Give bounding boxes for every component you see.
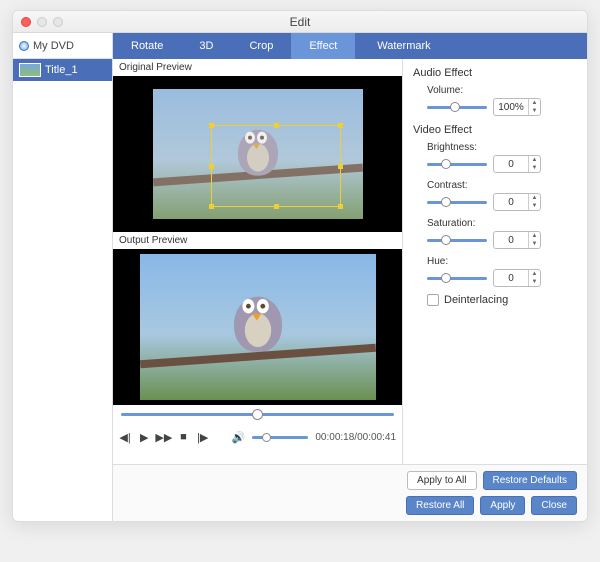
- titlebar: Edit: [13, 11, 587, 33]
- tab-rotate[interactable]: Rotate: [113, 33, 181, 59]
- content-area: Original Preview Output Preview: [113, 59, 587, 464]
- restore-all-button[interactable]: Restore All: [406, 496, 474, 515]
- crop-selection[interactable]: [211, 125, 341, 207]
- volume-effect-handle[interactable]: [450, 102, 460, 112]
- close-button[interactable]: Close: [531, 496, 577, 515]
- volume-icon[interactable]: 🔊: [232, 431, 245, 444]
- time-display: 00:00:18/00:00:41: [315, 432, 396, 443]
- volume-slider[interactable]: [252, 436, 308, 439]
- saturation-down[interactable]: ▼: [529, 240, 540, 248]
- sidebar: My DVD Title_1: [13, 33, 113, 521]
- contrast-handle[interactable]: [441, 197, 451, 207]
- volume-effect-slider[interactable]: [427, 106, 487, 109]
- stop-button[interactable]: ■: [177, 431, 189, 444]
- volume-handle[interactable]: [262, 433, 271, 442]
- brightness-down[interactable]: ▼: [529, 164, 540, 172]
- tab-effect[interactable]: Effect: [291, 33, 355, 59]
- timeline[interactable]: [113, 405, 402, 423]
- tabs-bar: Rotate 3D Crop Effect Watermark: [113, 33, 587, 59]
- brightness-label: Brightness:: [413, 142, 577, 153]
- brightness-up[interactable]: ▲: [529, 156, 540, 164]
- previews-column: Original Preview Output Preview: [113, 59, 403, 464]
- window-title: Edit: [13, 15, 587, 29]
- tab-3d[interactable]: 3D: [181, 33, 231, 59]
- contrast-stepper[interactable]: 0▲▼: [493, 193, 541, 211]
- output-preview-label: Output Preview: [113, 232, 402, 249]
- audio-effect-title: Audio Effect: [413, 67, 577, 79]
- contrast-label: Contrast:: [413, 180, 577, 191]
- timeline-handle[interactable]: [252, 409, 263, 420]
- apply-button[interactable]: Apply: [480, 496, 525, 515]
- player-controls: ◀| ▶ ▶▶ ■ |▶ 🔊 00:00:18/00:00:41: [113, 423, 402, 451]
- apply-to-all-button[interactable]: Apply to All: [407, 471, 476, 490]
- window-body: My DVD Title_1 Rotate 3D Crop Effect Wat…: [13, 33, 587, 521]
- brightness-stepper[interactable]: 0▲▼: [493, 155, 541, 173]
- tab-crop[interactable]: Crop: [231, 33, 291, 59]
- video-effect-title: Video Effect: [413, 124, 577, 136]
- sidebar-source-row[interactable]: My DVD: [13, 33, 112, 59]
- tab-watermark[interactable]: Watermark: [355, 33, 587, 59]
- restore-defaults-button[interactable]: Restore Defaults: [483, 471, 577, 490]
- brightness-handle[interactable]: [441, 159, 451, 169]
- main-area: Rotate 3D Crop Effect Watermark Original…: [113, 33, 587, 521]
- saturation-label: Saturation:: [413, 218, 577, 229]
- saturation-stepper[interactable]: 0▲▼: [493, 231, 541, 249]
- sidebar-source-label: My DVD: [33, 40, 74, 52]
- hue-handle[interactable]: [441, 273, 451, 283]
- hue-label: Hue:: [413, 256, 577, 267]
- contrast-slider[interactable]: [427, 201, 487, 204]
- hue-down[interactable]: ▼: [529, 278, 540, 286]
- play-button[interactable]: ▶: [138, 431, 150, 444]
- prev-frame-button[interactable]: ◀|: [119, 431, 131, 444]
- hue-up[interactable]: ▲: [529, 270, 540, 278]
- deinterlace-label: Deinterlacing: [444, 294, 508, 306]
- hue-slider[interactable]: [427, 277, 487, 280]
- fast-forward-button[interactable]: ▶▶: [157, 431, 170, 444]
- saturation-up[interactable]: ▲: [529, 232, 540, 240]
- saturation-slider[interactable]: [427, 239, 487, 242]
- next-frame-button[interactable]: |▶: [197, 431, 209, 444]
- brightness-slider[interactable]: [427, 163, 487, 166]
- sidebar-item-title1[interactable]: Title_1: [13, 59, 112, 81]
- deinterlace-checkbox[interactable]: [427, 294, 439, 306]
- edit-window: Edit My DVD Title_1 Rotate 3D Crop Effec…: [12, 10, 588, 522]
- output-preview: [113, 249, 402, 405]
- volume-up[interactable]: ▲: [529, 99, 540, 107]
- title-thumbnail-icon: [19, 63, 41, 77]
- contrast-up[interactable]: ▲: [529, 194, 540, 202]
- volume-label: Volume:: [413, 85, 577, 96]
- disc-icon: [19, 41, 29, 51]
- original-preview: [113, 76, 402, 232]
- footer: Apply to All Restore Defaults Restore Al…: [113, 464, 587, 521]
- contrast-down[interactable]: ▼: [529, 202, 540, 210]
- sidebar-item-label: Title_1: [45, 64, 78, 76]
- volume-down[interactable]: ▼: [529, 107, 540, 115]
- hue-stepper[interactable]: 0▲▼: [493, 269, 541, 287]
- saturation-handle[interactable]: [441, 235, 451, 245]
- effects-panel: Audio Effect Volume: 100% ▲▼ Video Effec…: [403, 59, 587, 464]
- original-preview-label: Original Preview: [113, 59, 402, 76]
- volume-stepper[interactable]: 100% ▲▼: [493, 98, 541, 116]
